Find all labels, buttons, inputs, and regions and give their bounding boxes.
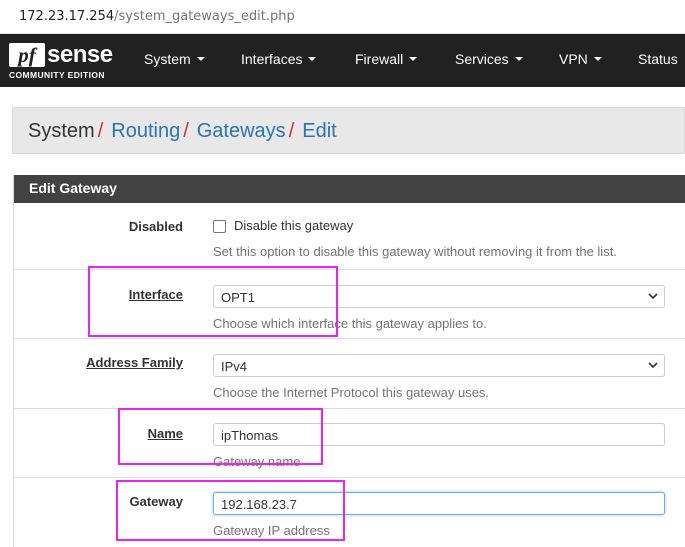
address-family-select-value: IPv4 [221, 359, 248, 374]
breadcrumb-gateways[interactable]: Gateways [197, 120, 286, 142]
name-row: Name ipThomas Gateway name [14, 409, 685, 478]
breadcrumb-system: System [28, 120, 95, 142]
nav-vpn[interactable]: VPN [559, 51, 602, 67]
annotation-box-gateway [116, 480, 345, 541]
panel-heading: Edit Gateway [14, 175, 685, 203]
breadcrumb-routing[interactable]: Routing [111, 120, 180, 142]
panel-title: Edit Gateway [29, 180, 117, 196]
caret-down-icon [514, 57, 523, 61]
caret-down-icon [593, 57, 602, 61]
annotation-box-interface [88, 266, 338, 337]
nav-system[interactable]: System [144, 51, 205, 67]
pfsense-logo[interactable]: pf sense COMMUNITY EDITION [9, 41, 119, 80]
chevron-down-icon [648, 362, 658, 369]
url-path: /system_gateways_edit.php [114, 9, 295, 24]
top-navbar: pf sense COMMUNITY EDITION System Interf… [0, 34, 685, 87]
address-family-row: Address Family IPv4 Choose the Internet … [14, 339, 685, 409]
chevron-down-icon [648, 293, 658, 300]
caret-down-icon [308, 57, 317, 61]
nav-label: Firewall [355, 51, 404, 67]
disable-gateway-checkbox[interactable] [213, 220, 226, 233]
nav-services[interactable]: Services [455, 51, 523, 67]
breadcrumb-separator: / [288, 120, 295, 142]
address-family-help: Choose the Internet Protocol this gatewa… [213, 385, 490, 400]
nav-firewall[interactable]: Firewall [355, 51, 418, 67]
breadcrumb-edit[interactable]: Edit [302, 120, 336, 142]
address-family-select[interactable]: IPv4 [213, 354, 665, 377]
caret-down-icon [409, 57, 418, 61]
annotation-box-name [118, 408, 323, 465]
url-text[interactable]: 172.23.17.254/system_gateways_edit.php [19, 9, 295, 24]
url-host: 172.23.17.254 [19, 9, 115, 24]
nav-label: Status [638, 51, 678, 67]
nav-label: Services [455, 51, 509, 67]
breadcrumb-separator: / [97, 120, 104, 142]
gateway-row: Gateway 192.168.23.7 Gateway IP address [14, 478, 685, 547]
logo-wordmark: sense [47, 41, 113, 68]
logo-pf-mark: pf [9, 43, 45, 67]
disabled-row: Disabled Disable this gateway Set this o… [14, 203, 685, 270]
nav-status[interactable]: Status [638, 51, 678, 67]
nav-interfaces[interactable]: Interfaces [241, 51, 317, 67]
caret-down-icon [196, 57, 205, 61]
nav-label: System [144, 51, 191, 67]
logo-edition: COMMUNITY EDITION [9, 70, 105, 80]
nav-label: Interfaces [241, 51, 303, 67]
address-family-label[interactable]: Address Family [86, 355, 183, 370]
breadcrumb: System / Routing / Gateways / Edit [12, 107, 685, 154]
disabled-help: Set this option to disable this gateway … [213, 244, 617, 259]
breadcrumb-separator: / [183, 120, 189, 142]
disabled-label: Disabled [128, 219, 183, 234]
nav-label: VPN [559, 51, 588, 67]
disable-gateway-checkbox-label[interactable]: Disable this gateway [234, 218, 353, 233]
address-bar[interactable]: 172.23.17.254/system_gateways_edit.php [0, 0, 685, 34]
edit-gateway-panel: Edit Gateway Disabled Disable this gatew… [13, 175, 685, 547]
